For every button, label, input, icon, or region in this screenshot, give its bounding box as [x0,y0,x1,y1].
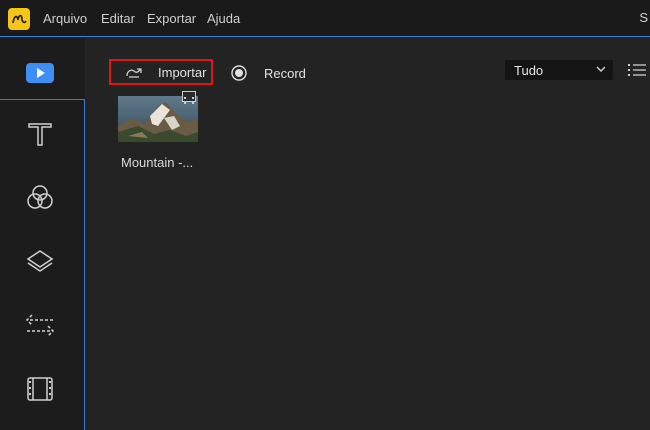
sidebar-item-filters[interactable] [20,178,60,218]
sidebar-item-text[interactable] [20,114,60,154]
import-label: Importar [158,65,207,80]
menu-bar: Arquivo Editar Exportar Ajuda S [0,0,650,37]
text-t-icon [28,123,52,146]
video-badge-icon [182,91,196,104]
media-item-caption: Mountain -... [121,155,194,170]
import-icon [126,68,142,78]
list-view-button[interactable] [627,61,647,79]
import-button[interactable]: Importar [109,59,213,85]
sidebar-item-media[interactable] [20,53,60,93]
arrows-swap-icon [25,314,55,337]
circles-icon [27,185,53,209]
record-label: Record [264,65,306,81]
record-button[interactable]: Record [231,63,306,83]
menu-ajuda[interactable]: Ajuda [207,11,240,26]
list-view-icon [628,64,646,76]
sidebar [0,38,85,430]
sidebar-border [84,99,85,430]
menu-arquivo[interactable]: Arquivo [43,11,87,26]
menu-exportar[interactable]: Exportar [147,11,196,26]
sidebar-divider [0,99,85,100]
record-icon [231,65,247,81]
sidebar-item-transitions[interactable] [20,305,60,345]
app-logo-icon [8,8,30,30]
menubar-edge-text: S [639,10,648,25]
media-filter-select[interactable]: Tudo [505,60,613,80]
play-icon [26,63,54,83]
layers-icon [26,250,54,272]
media-filter-value: Tudo [514,63,544,78]
menu-editar[interactable]: Editar [101,11,135,26]
sidebar-item-elements[interactable] [20,369,60,409]
film-strip-icon [27,377,53,401]
chevron-down-icon [596,66,606,72]
sidebar-item-overlays[interactable] [20,242,60,282]
